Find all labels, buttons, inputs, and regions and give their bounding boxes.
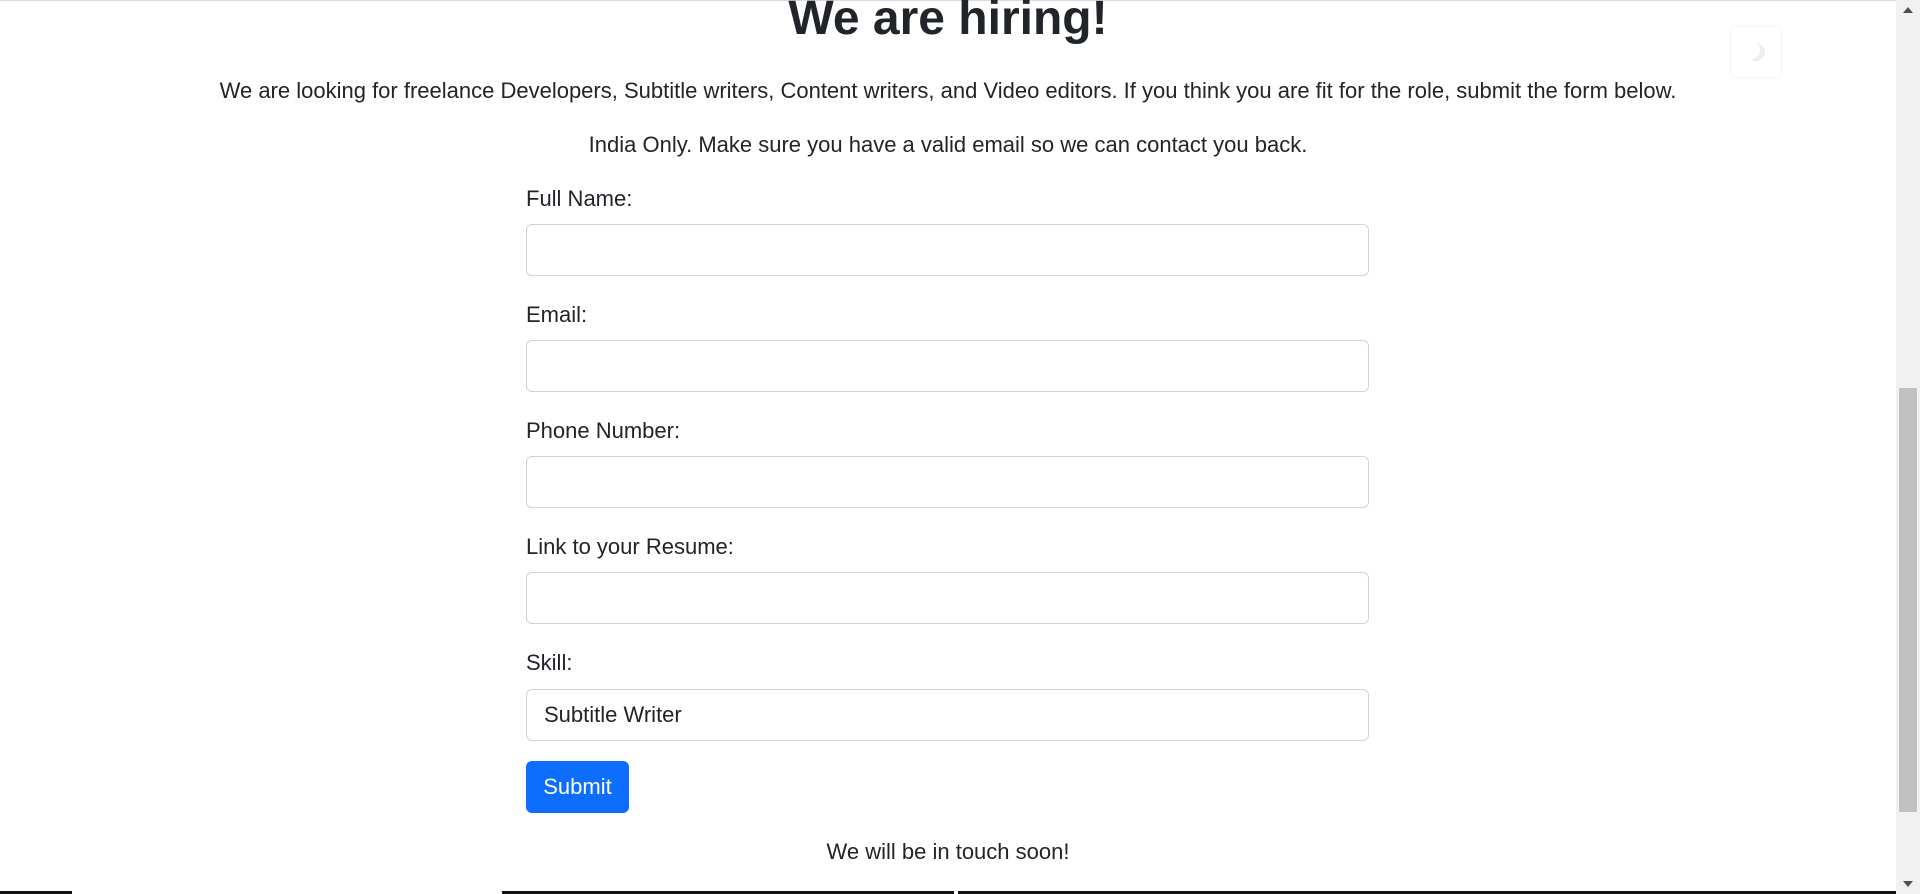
caret-up-icon	[1903, 7, 1913, 13]
full-name-label: Full Name:	[526, 186, 633, 211]
browser-viewport: We are hiring! We are looking for freela…	[0, 0, 1920, 894]
page-title: We are hiring!	[788, 0, 1108, 45]
skill-label: Skill:	[526, 650, 573, 675]
hiring-page: We are hiring! We are looking for freela…	[0, 0, 1896, 894]
resume-link-input[interactable]	[526, 572, 1369, 624]
region-note: India Only. Make sure you have a valid e…	[588, 132, 1308, 157]
theme-toggle-button[interactable]	[1730, 26, 1782, 78]
moon-icon	[1747, 43, 1765, 61]
caret-down-icon	[1903, 881, 1913, 887]
scrollbar-thumb[interactable]	[1899, 388, 1917, 812]
intro-text: We are looking for freelance Developers,…	[219, 78, 1677, 103]
full-name-input[interactable]	[526, 224, 1369, 276]
scroll-up-button[interactable]	[1896, 0, 1920, 20]
resume-label: Link to your Resume:	[526, 534, 734, 559]
email-label: Email:	[526, 302, 588, 327]
confirmation-note: We will be in touch soon!	[826, 839, 1070, 864]
phone-input[interactable]	[526, 456, 1369, 508]
skill-selected-value: Subtitle Writer	[544, 702, 682, 727]
vertical-scrollbar[interactable]	[1896, 0, 1920, 894]
submit-button[interactable]: Submit	[526, 761, 629, 813]
skill-select[interactable]: Subtitle Writer	[526, 689, 1369, 741]
email-input[interactable]	[526, 340, 1369, 392]
phone-label: Phone Number:	[526, 418, 681, 443]
scroll-down-button[interactable]	[1896, 874, 1920, 894]
